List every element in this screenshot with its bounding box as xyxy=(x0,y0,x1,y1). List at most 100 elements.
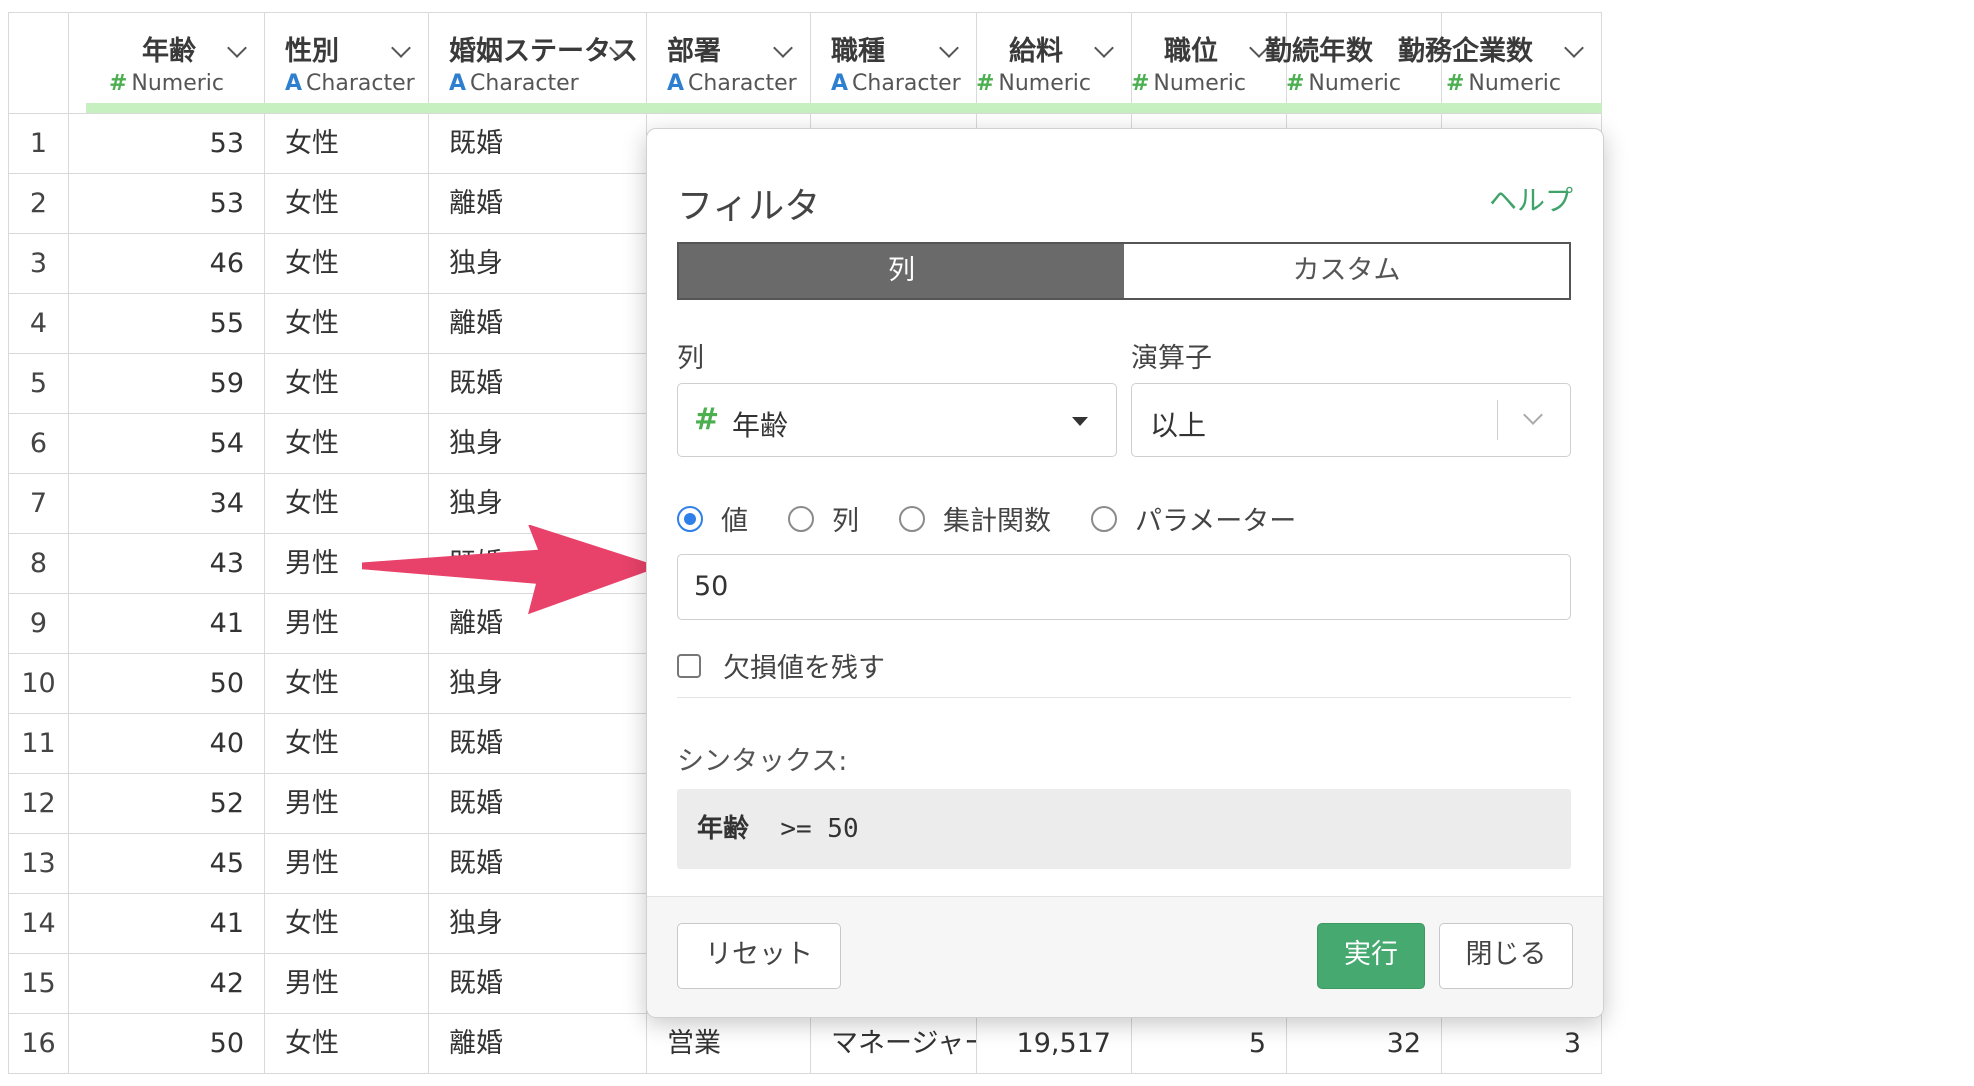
table-cell[interactable]: 53 xyxy=(69,174,265,233)
table-cell[interactable]: マネージャー xyxy=(811,1014,977,1073)
table-cell[interactable]: 独身 xyxy=(429,234,647,293)
chevron-down-icon xyxy=(1523,405,1543,425)
table-cell[interactable]: 3 xyxy=(1442,1014,1602,1073)
table-cell[interactable]: 42 xyxy=(69,954,265,1013)
table-cell[interactable]: 46 xyxy=(69,234,265,293)
filter-dialog: フィルタ ヘルプ 列 カスタム 列 演算子 # 年齢 以上 値 列 集計関数 パ… xyxy=(646,128,1604,1018)
table-cell[interactable]: 離婚 xyxy=(429,1014,647,1073)
column-type-label: Character xyxy=(852,71,961,96)
column-header[interactable]: 婚姻ステータス A Character xyxy=(429,13,647,113)
table-cell[interactable]: 40 xyxy=(69,714,265,773)
syntax-preview: 年齢 >= 50 xyxy=(677,789,1571,869)
caret-down-icon xyxy=(1072,417,1088,426)
row-index: 13 xyxy=(9,834,69,893)
table-cell[interactable]: 離婚 xyxy=(429,294,647,353)
chevron-down-icon[interactable] xyxy=(1564,38,1584,58)
column-header[interactable]: 給料 # Numeric xyxy=(976,13,1132,113)
table-cell[interactable]: 34 xyxy=(69,474,265,533)
table-cell[interactable]: 男性 xyxy=(265,834,429,893)
value-input[interactable]: 50 xyxy=(677,554,1571,620)
column-select-value: 年齢 xyxy=(732,409,789,442)
tab-custom[interactable]: カスタム xyxy=(1124,244,1569,298)
table-cell[interactable]: 営業 xyxy=(647,1014,811,1073)
table-cell[interactable]: 男性 xyxy=(265,954,429,1013)
column-header[interactable]: 部署 A Character xyxy=(647,13,811,113)
table-cell[interactable]: 50 xyxy=(69,654,265,713)
chevron-down-icon[interactable] xyxy=(939,38,959,58)
table-cell[interactable]: 5 xyxy=(1132,1014,1287,1073)
radio-parameter[interactable]: パラメーター xyxy=(1091,499,1296,538)
table-cell[interactable]: 女性 xyxy=(265,414,429,473)
reset-button[interactable]: リセット xyxy=(677,923,841,989)
column-type: # Numeric xyxy=(1446,71,1561,96)
column-header[interactable]: 職種 A Character xyxy=(811,13,977,113)
table-cell[interactable]: 既婚 xyxy=(429,714,647,773)
tab-column[interactable]: 列 xyxy=(679,244,1124,298)
table-cell[interactable]: 45 xyxy=(69,834,265,893)
row-index-header xyxy=(9,13,69,113)
table-cell[interactable]: 女性 xyxy=(265,114,429,173)
table-cell[interactable]: 既婚 xyxy=(429,354,647,413)
chevron-down-icon[interactable] xyxy=(1094,38,1114,58)
close-button[interactable]: 閉じる xyxy=(1439,923,1573,989)
table-cell[interactable]: 41 xyxy=(69,594,265,653)
table-cell[interactable]: 女性 xyxy=(265,714,429,773)
table-cell[interactable]: 女性 xyxy=(265,654,429,713)
column-header[interactable]: 年齢 # Numeric xyxy=(69,13,265,113)
table-cell[interactable]: 離婚 xyxy=(429,174,647,233)
table-cell[interactable]: 男性 xyxy=(265,774,429,833)
table-cell[interactable]: 54 xyxy=(69,414,265,473)
chevron-down-icon[interactable] xyxy=(227,38,247,58)
table-cell[interactable]: 独身 xyxy=(429,654,647,713)
table-cell[interactable]: 女性 xyxy=(265,174,429,233)
radio-aggregate[interactable]: 集計関数 xyxy=(899,499,1051,538)
column-type-label: Numeric xyxy=(1153,71,1246,96)
radio-column[interactable]: 列 xyxy=(788,499,859,538)
row-index: 6 xyxy=(9,414,69,473)
column-header[interactable]: 性別 A Character xyxy=(265,13,429,113)
column-header[interactable]: 職位 # Numeric xyxy=(1131,13,1287,113)
table-cell[interactable]: 43 xyxy=(69,534,265,593)
radio-value[interactable]: 値 xyxy=(677,499,748,538)
chevron-down-icon[interactable] xyxy=(391,38,411,58)
table-cell[interactable]: 女性 xyxy=(265,354,429,413)
select-separator xyxy=(1496,400,1498,440)
table-cell[interactable]: 41 xyxy=(69,894,265,953)
table-cell[interactable]: 55 xyxy=(69,294,265,353)
column-select[interactable]: # 年齢 xyxy=(677,383,1117,457)
syntax-expression: >= 50 xyxy=(780,814,859,844)
row-index: 4 xyxy=(9,294,69,353)
operator-select-value: 以上 xyxy=(1150,409,1207,442)
keep-na-checkbox[interactable]: 欠損値を残す xyxy=(677,646,885,685)
table-cell[interactable]: 既婚 xyxy=(429,834,647,893)
column-type-label: Numeric xyxy=(1308,71,1401,96)
column-type: A Character xyxy=(831,71,961,96)
numeric-type-icon: # xyxy=(1285,71,1305,96)
table-cell[interactable]: 女性 xyxy=(265,894,429,953)
chevron-down-icon[interactable] xyxy=(773,38,793,58)
help-link[interactable]: ヘルプ xyxy=(1489,179,1573,219)
table-cell[interactable]: 59 xyxy=(69,354,265,413)
table-cell[interactable]: 既婚 xyxy=(429,114,647,173)
table-cell[interactable]: 50 xyxy=(69,1014,265,1073)
column-header[interactable]: 勤務企業数 # Numeric xyxy=(1398,13,1602,113)
row-index: 16 xyxy=(9,1014,69,1073)
table-cell[interactable]: 52 xyxy=(69,774,265,833)
column-header-name: 給料 xyxy=(1009,36,1063,67)
table-cell[interactable]: 19,517 xyxy=(977,1014,1132,1073)
table-cell[interactable]: 既婚 xyxy=(429,954,647,1013)
table-cell[interactable]: 女性 xyxy=(265,234,429,293)
syntax-label: シンタックス: xyxy=(677,746,848,777)
table-cell[interactable]: 32 xyxy=(1287,1014,1442,1073)
table-cell[interactable]: 女性 xyxy=(265,1014,429,1073)
run-button[interactable]: 実行 xyxy=(1317,923,1425,989)
radio-column-label: 列 xyxy=(832,506,859,537)
table-cell[interactable]: 女性 xyxy=(265,294,429,353)
column-type-label: Numeric xyxy=(131,71,224,96)
operator-select[interactable]: 以上 xyxy=(1131,383,1571,457)
table-cell[interactable]: 独身 xyxy=(429,894,647,953)
table-cell[interactable]: 独身 xyxy=(429,414,647,473)
column-header-name: 職種 xyxy=(831,36,885,67)
table-cell[interactable]: 53 xyxy=(69,114,265,173)
table-cell[interactable]: 既婚 xyxy=(429,774,647,833)
